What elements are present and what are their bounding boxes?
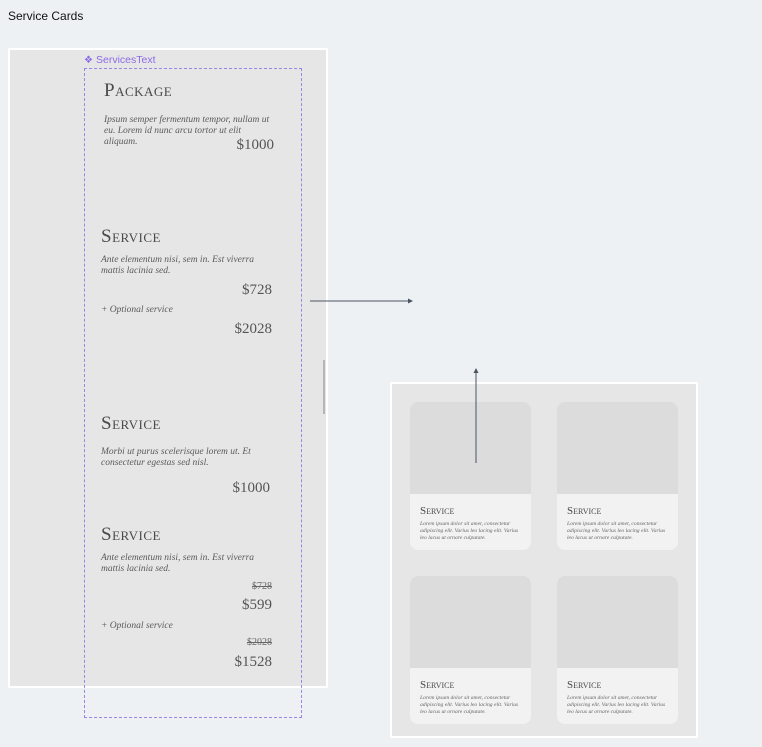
- service-card[interactable]: Service Lorem ipsum dolor sit amet, cons…: [557, 402, 678, 550]
- service-card[interactable]: Service Lorem ipsum dolor sit amet, cons…: [410, 402, 531, 550]
- service-1-optional-price: $2028: [234, 321, 273, 337]
- package-price: $1000: [236, 137, 275, 153]
- service-2-description: Morbi ut purus scelerisque lorem ut. Et …: [101, 447, 251, 468]
- component-label-text: ServicesText: [96, 54, 156, 66]
- service-3-title: Service: [101, 524, 161, 545]
- card-text: Lorem ipsum dolor sit amet, consectetur …: [420, 521, 519, 541]
- card-image-placeholder: [557, 576, 678, 668]
- service-2-title: Service: [101, 413, 161, 434]
- arrowhead-up-icon: [473, 368, 479, 373]
- card-image-placeholder: [410, 402, 531, 494]
- service-3-price: $599: [242, 597, 272, 613]
- service-2-price: $1000: [232, 480, 271, 496]
- card-text: Lorem ipsum dolor sit amet, consectetur …: [567, 695, 666, 715]
- frame-scrollbar[interactable]: [323, 360, 325, 414]
- service-3-optional-old-price: $2028: [247, 637, 272, 648]
- service-3-old-price: $728: [252, 581, 272, 592]
- service-1-description: Ante elementum nisi, sem in. Est viverra…: [101, 255, 255, 276]
- arrowhead-right-icon: [408, 298, 413, 304]
- service-1-price: $728: [242, 282, 272, 298]
- card-title: Service: [567, 679, 602, 691]
- service-cards-frame[interactable]: Service Lorem ipsum dolor sit amet, cons…: [390, 382, 698, 738]
- service-3-optional-price: $1528: [234, 654, 273, 670]
- service-card[interactable]: Service Lorem ipsum dolor sit amet, cons…: [410, 576, 531, 724]
- card-title: Service: [420, 505, 455, 517]
- canvas-title: Service Cards: [8, 9, 84, 23]
- service-1-optional-label: + Optional service: [101, 305, 173, 315]
- component-label[interactable]: ❖ ServicesText: [84, 54, 156, 66]
- service-3-description: Ante elementum nisi, sem in. Est viverra…: [101, 553, 255, 574]
- card-image-placeholder: [557, 402, 678, 494]
- card-image-placeholder: [410, 576, 531, 668]
- service-1-title: Service: [101, 226, 161, 247]
- service-3-optional-label: + Optional service: [101, 621, 173, 631]
- card-text: Lorem ipsum dolor sit amet, consectetur …: [420, 695, 519, 715]
- card-title: Service: [420, 679, 455, 691]
- component-icon: ❖: [84, 55, 93, 66]
- card-title: Service: [567, 505, 602, 517]
- card-text: Lorem ipsum dolor sit amet, consectetur …: [567, 521, 666, 541]
- service-card[interactable]: Service Lorem ipsum dolor sit amet, cons…: [557, 576, 678, 724]
- package-title: Package: [104, 80, 173, 101]
